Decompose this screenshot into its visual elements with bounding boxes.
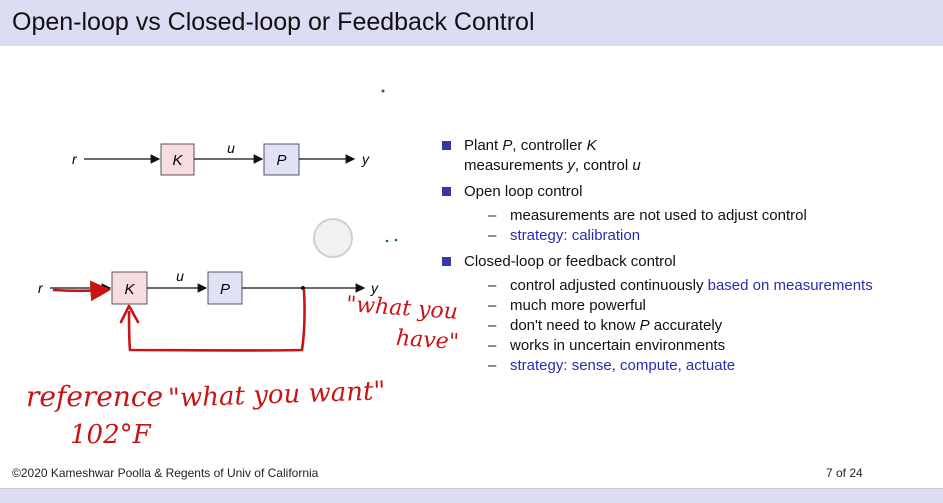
list-item: control adjusted continuously based on m…: [488, 276, 935, 296]
page-number: 7 of 24: [826, 466, 863, 480]
bullet-square-icon: [442, 187, 451, 196]
bullet-square-icon: [442, 141, 451, 150]
open-loop-diagram: r K u P y: [72, 140, 370, 176]
list-item: strategy: sense, compute, actuate: [488, 356, 935, 376]
open-input-label: r: [72, 151, 78, 167]
bullet-square-icon: [442, 257, 451, 266]
list-item: works in uncertain environments: [488, 336, 935, 356]
footer-copyright: ©2020 Kameshwar Poolla & Regents of Univ…: [12, 466, 319, 480]
bullet-list: Plant P, controller K measurements y, co…: [440, 136, 935, 382]
open-loop-sublist: measurements are not used to adjust cont…: [464, 206, 935, 246]
closed-controller-label: K: [124, 281, 135, 298]
open-signal-label: u: [227, 140, 235, 156]
list-item: much more powerful: [488, 296, 935, 316]
closed-input-label: r: [38, 280, 44, 296]
ink-reference: reference: [26, 380, 164, 413]
open-output-label: y: [361, 151, 370, 167]
bullet-plant-controller: Plant P, controller K measurements y, co…: [440, 136, 935, 176]
stray-dot: [381, 89, 385, 93]
ink-reference-arrow: [52, 280, 112, 302]
ink-what-you-have-line2: have": [395, 325, 460, 356]
list-item: measurements are not used to adjust cont…: [488, 206, 935, 226]
bullet-open-loop: Open loop control measurements are not u…: [440, 182, 935, 246]
closed-plant-label: P: [220, 281, 230, 298]
bullet-closed-loop: Closed-loop or feedback control control …: [440, 252, 935, 376]
red-ink-annotations: [52, 280, 306, 352]
bottom-bar: [0, 488, 943, 503]
stray-dot: [394, 238, 398, 242]
closed-loop-diagram: r K u P y: [38, 268, 379, 305]
stray-dot: [385, 239, 389, 243]
closed-loop-sublist: control adjusted continuously based on m…: [464, 276, 935, 376]
list-item: strategy: calibration: [488, 226, 935, 246]
ink-temperature: 102°F: [70, 420, 151, 450]
closed-signal-label: u: [176, 268, 184, 284]
open-plant-label: P: [276, 152, 286, 169]
open-controller-label: K: [172, 152, 183, 169]
list-item: don't need to know P accurately: [488, 316, 935, 336]
pointer-cursor-icon: [313, 218, 353, 258]
